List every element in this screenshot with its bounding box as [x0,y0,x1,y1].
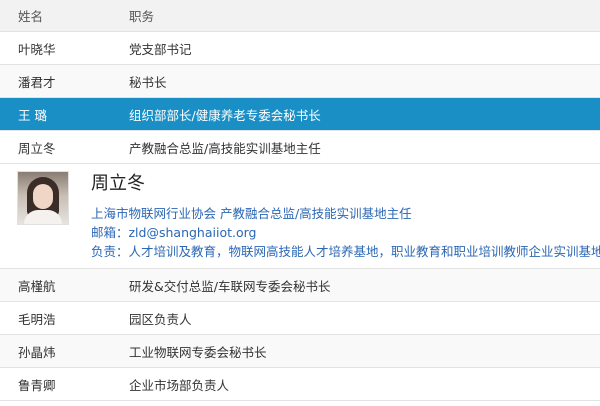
row-title: 产教融合总监/高技能实训基地主任 [129,140,321,156]
row-name: 毛明浩 [18,311,56,327]
row-title: 秘书长 [129,74,167,90]
row-name: 周立冬 [18,140,56,156]
photo-face [33,184,53,209]
person-detail-card: 周立冬 上海市物联网行业协会 产教融合总监/高技能实训基地主任 邮箱：zld@s… [0,164,600,269]
row-title: 研发&交付总监/车联网专委会秘书长 [129,278,331,294]
row-title: 党支部书记 [129,41,192,57]
row-name: 孙晶炜 [18,344,56,360]
table-row[interactable]: 毛明浩 园区负责人 [0,302,600,335]
table-row[interactable]: 高槿航 研发&交付总监/车联网专委会秘书长 [0,269,600,302]
header-title: 职务 [129,9,155,24]
table-header: 姓名 职务 [0,0,600,32]
row-name: 王 璐 [18,107,47,123]
detail-email[interactable]: 邮箱：zld@shanghaiiot.org [91,223,600,242]
detail-org-title: 上海市物联网行业协会 产教融合总监/高技能实训基地主任 [91,206,412,221]
table-row[interactable]: 潘君才 秘书长 [0,65,600,98]
row-name: 鲁青卿 [18,377,56,393]
row-name: 叶晓华 [18,41,56,57]
detail-duties: 负责：人才培训及教育，物联网高技能人才培养基地，职业教育和职业培训教师企业实训基… [91,244,600,259]
row-title: 组织部部长/健康养老专委会秘书长 [129,107,321,123]
staff-table: 姓名 职务 叶晓华 党支部书记 潘君才 秘书长 王 璐 组织部部长/健康养老专委… [0,0,600,401]
row-name: 潘君才 [18,74,56,90]
row-title: 工业物联网专委会秘书长 [129,344,267,360]
table-row[interactable]: 叶晓华 党支部书记 [0,32,600,65]
header-name: 姓名 [18,9,44,24]
row-title: 园区负责人 [129,311,192,327]
row-title: 企业市场部负责人 [129,377,230,393]
detail-name: 周立冬 [91,173,145,194]
table-row-selected[interactable]: 王 璐 组织部部长/健康养老专委会秘书长 [0,98,600,131]
table-row[interactable]: 鲁青卿 企业市场部负责人 [0,368,600,401]
table-row[interactable]: 孙晶炜 工业物联网专委会秘书长 [0,335,600,368]
person-photo [17,171,69,225]
photo-body [24,210,62,224]
detail-text: 周立冬 上海市物联网行业协会 产教融合总监/高技能实训基地主任 邮箱：zld@s… [91,164,600,268]
row-name: 高槿航 [18,278,56,294]
table-row[interactable]: 周立冬 产教融合总监/高技能实训基地主任 [0,131,600,164]
